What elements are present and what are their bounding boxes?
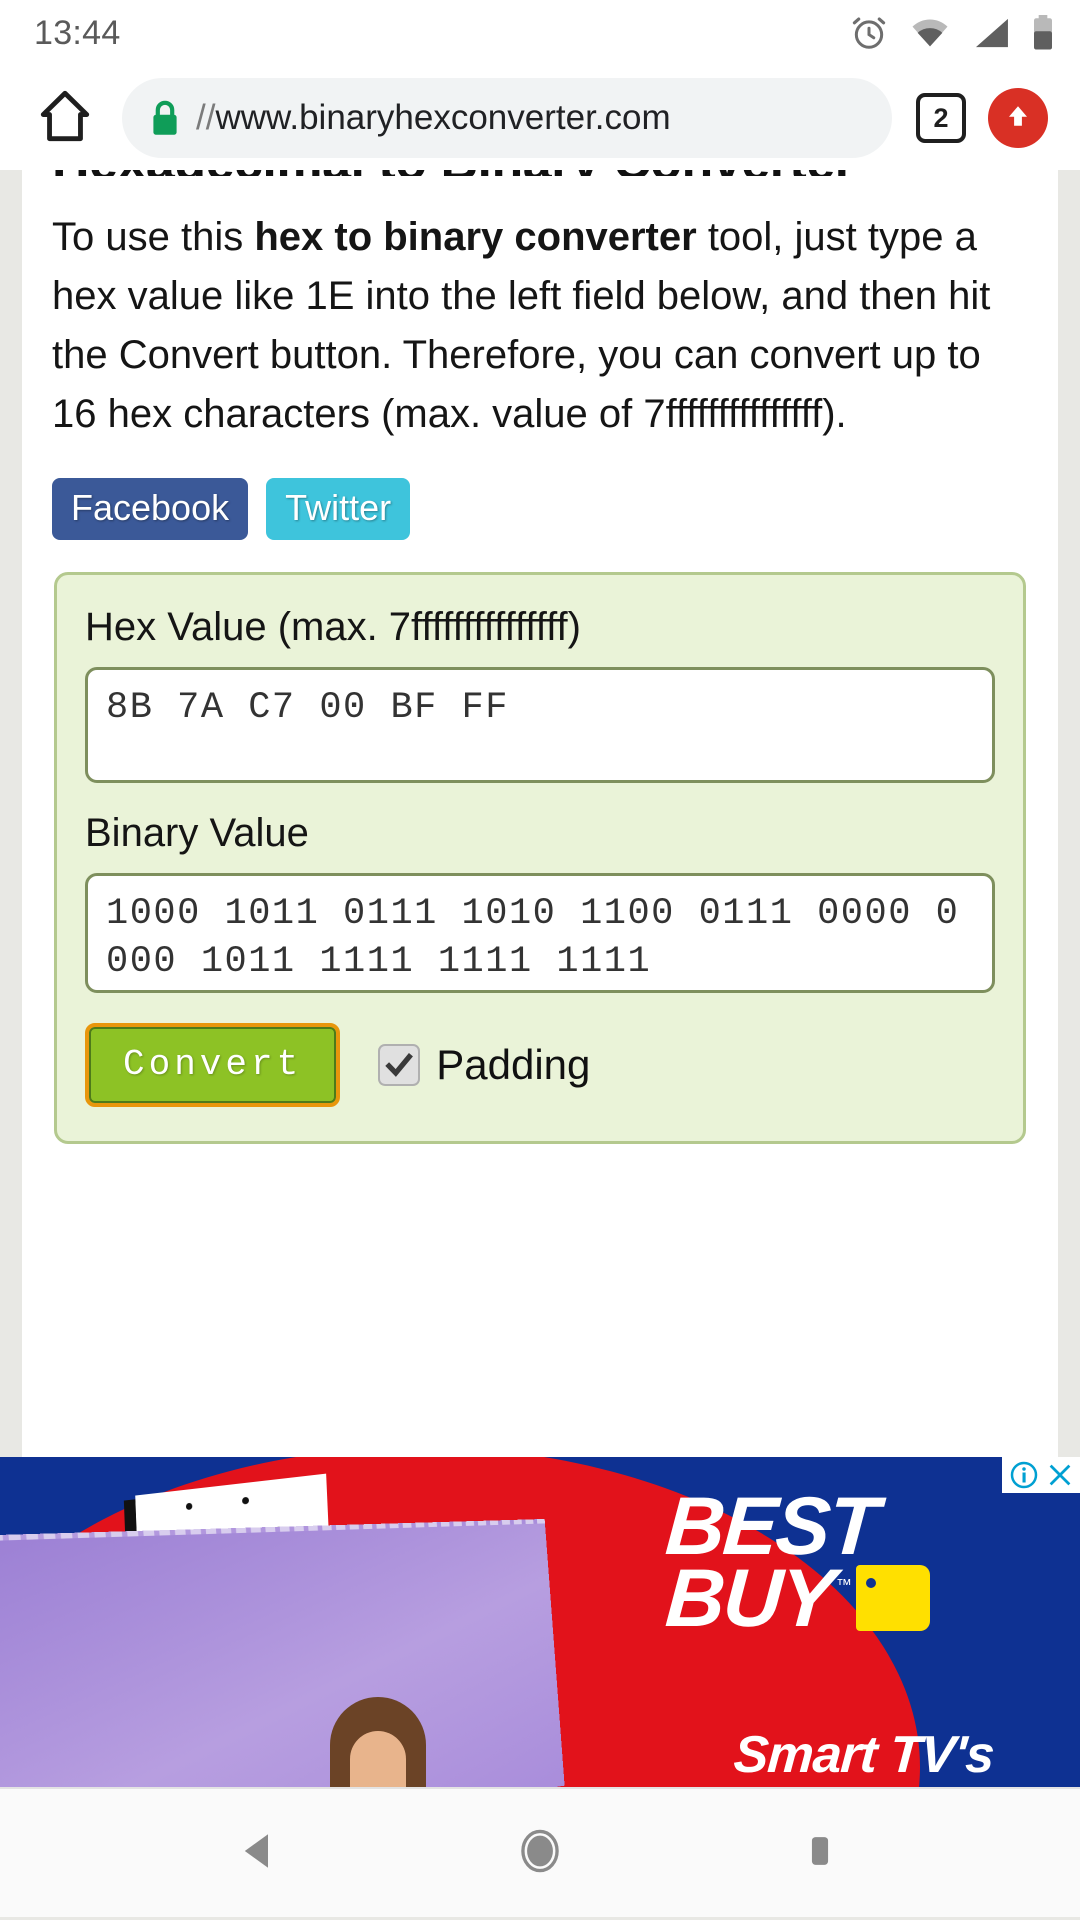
binary-value-input[interactable]: 1000 1011 0111 1010 1100 0111 0000 0000 … (85, 873, 995, 994)
converter-controls: Convert Padding (85, 1023, 995, 1107)
page-scroll-area[interactable]: Hexadecimal to Binary Converter To use t… (0, 170, 1080, 1457)
ad-banner[interactable]: BUEN FIN:) EL FIN DE SEMANA MÁS BARATO D… (0, 1457, 1080, 1787)
back-button[interactable] (205, 1798, 315, 1908)
battery-icon (1032, 15, 1054, 51)
padding-option[interactable]: Padding (378, 1041, 591, 1089)
home-circle-icon (515, 1826, 565, 1881)
intro-bold-phrase: hex to binary converter (254, 215, 697, 259)
alarm-icon (850, 14, 888, 52)
android-navigation-bar (0, 1787, 1080, 1917)
status-clock: 13:44 (34, 13, 121, 52)
ad-tagline: Smart TV's (732, 1726, 997, 1784)
home-button-nav[interactable] (485, 1798, 595, 1908)
converter-form: Hex Value (max. 7fffffffffffffff) 8B 7A … (54, 572, 1026, 1144)
social-share-row: Facebook Twitter (40, 478, 1040, 541)
recents-square-icon (798, 1829, 842, 1878)
url-host: www.binaryhexconverter.com (215, 98, 671, 137)
hex-value-input[interactable]: 8B 7A C7 00 BF FF (85, 667, 995, 784)
browser-toolbar: //www.binaryhexconverter.com 2 (0, 66, 1080, 170)
url-text: //www.binaryhexconverter.com (196, 98, 671, 138)
wifi-icon (910, 17, 950, 49)
padding-label: Padding (436, 1041, 591, 1089)
url-scheme: // (196, 98, 216, 137)
hex-value-label: Hex Value (max. 7fffffffffffffff) (85, 605, 581, 650)
sign-screw-right (241, 1496, 250, 1505)
intro-text-lead: To use this (52, 215, 255, 259)
sign-screw-left (185, 1502, 193, 1511)
page-title: Hexadecimal to Binary Converter (52, 170, 1040, 176)
ad-person-face (350, 1731, 406, 1787)
page-content: Hexadecimal to Binary Converter To use t… (22, 170, 1058, 1457)
update-arrow-icon (1000, 98, 1036, 139)
field-spacer (85, 783, 995, 811)
cell-signal-icon (972, 17, 1010, 49)
close-icon[interactable] (1045, 1460, 1075, 1490)
facebook-share-button[interactable]: Facebook (52, 478, 249, 541)
twitter-share-button[interactable]: Twitter (266, 478, 411, 541)
status-bar: 13:44 (0, 0, 1080, 66)
recents-button[interactable] (765, 1798, 875, 1908)
binary-value-label: Binary Value (85, 811, 309, 856)
home-icon (36, 87, 94, 150)
lock-icon (148, 98, 182, 138)
ad-choices-badge[interactable] (1002, 1457, 1080, 1493)
url-bar[interactable]: //www.binaryhexconverter.com (122, 78, 892, 158)
checkmark-icon (384, 1050, 414, 1080)
best-buy-logo: BEST BUY ™ (662, 1481, 930, 1645)
best-buy-line-2-row: BUY ™ (662, 1553, 930, 1645)
update-button[interactable] (988, 88, 1048, 148)
best-buy-tag-icon (856, 1565, 930, 1632)
status-icon-group (850, 14, 1054, 52)
back-triangle-icon (236, 1827, 284, 1880)
tab-switcher-button[interactable]: 2 (916, 93, 966, 143)
convert-button[interactable]: Convert (85, 1023, 341, 1107)
web-page-viewport: Hexadecimal to Binary Converter To use t… (0, 170, 1080, 1920)
android-phone-screen: 13:44 //www.binaryhexconverter.com 2 To … (0, 0, 1080, 1920)
best-buy-trademark: ™ (836, 1577, 852, 1595)
info-icon[interactable] (1009, 1460, 1039, 1490)
best-buy-line-2: BUY (662, 1553, 837, 1645)
ad-tv-graphic (0, 1518, 565, 1787)
intro-paragraph: To use this hex to binary converter tool… (40, 208, 1040, 444)
home-button[interactable] (26, 79, 104, 157)
padding-checkbox[interactable] (378, 1044, 421, 1087)
